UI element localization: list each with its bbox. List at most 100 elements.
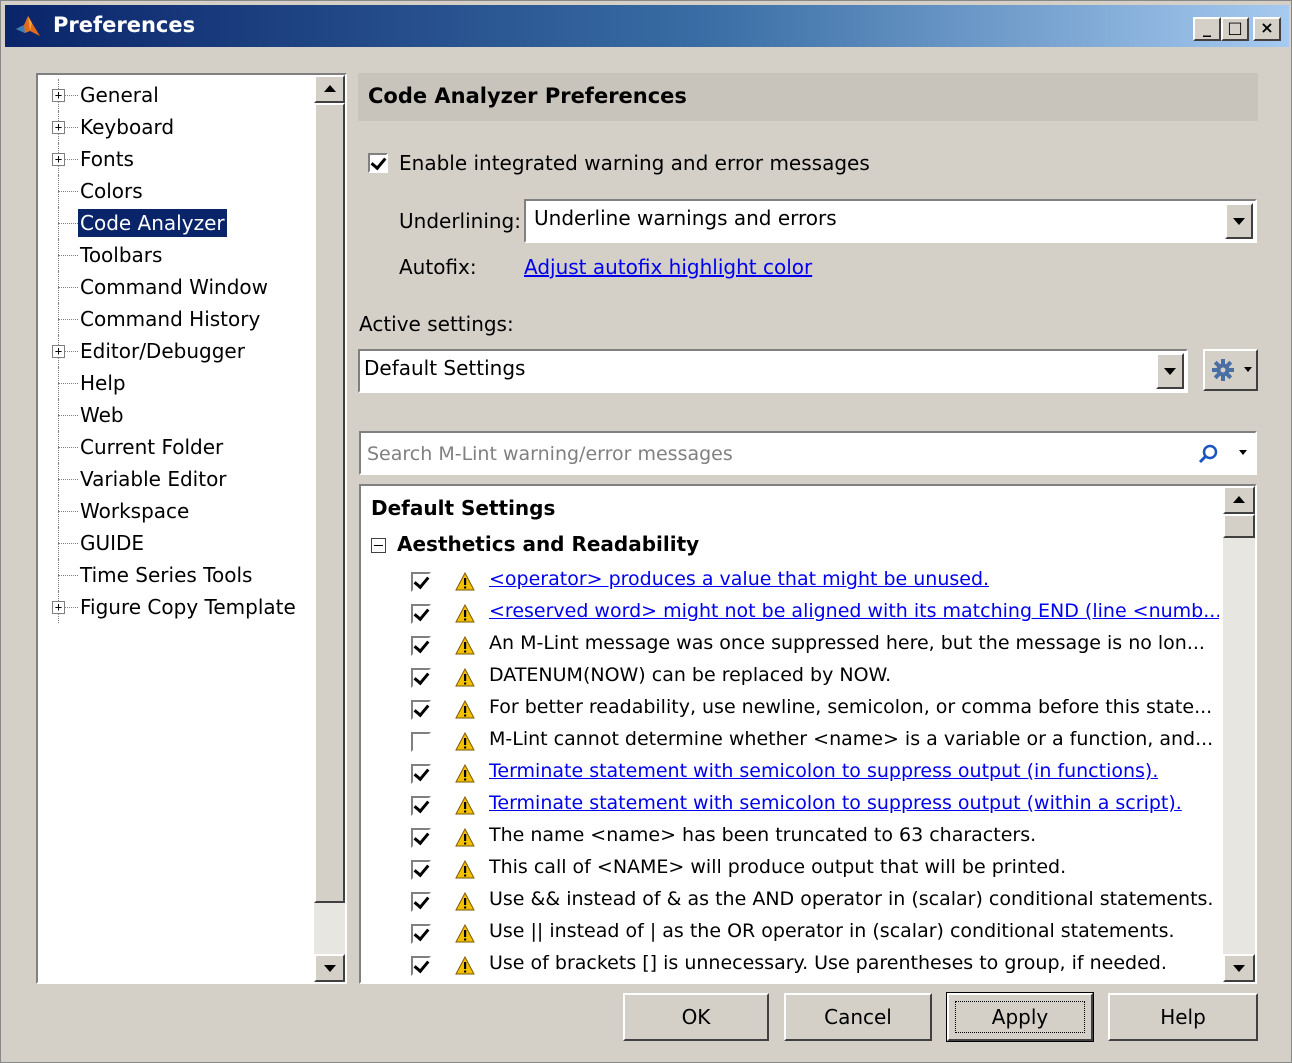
tree-connector (58, 399, 78, 431)
message-row[interactable]: <reserved word> might not be aligned wit… (361, 598, 1221, 630)
enable-messages-checkbox[interactable] (368, 153, 388, 173)
cancel-button[interactable]: Cancel (784, 993, 932, 1041)
expand-icon[interactable]: + (52, 89, 65, 102)
message-list[interactable]: Default Settings Aesthetics and Readabil… (359, 484, 1257, 984)
tree-item[interactable]: Variable Editor (48, 463, 316, 495)
tree-item-label: Figure Copy Template (80, 595, 296, 619)
message-row[interactable]: Use || instead of | as the OR operator i… (361, 918, 1221, 950)
tree-item[interactable]: + Editor/Debugger (48, 335, 316, 367)
warning-icon (455, 763, 475, 784)
close-button[interactable]: × (1253, 17, 1281, 41)
message-row[interactable]: M-Lint cannot determine whether <name> i… (361, 726, 1221, 758)
tree-scroll-thumb[interactable] (314, 103, 345, 903)
message-enable-checkbox[interactable] (411, 892, 431, 912)
tree-item[interactable]: Code Analyzer (48, 207, 316, 239)
autofix-link[interactable]: Adjust autofix highlight color (524, 255, 812, 279)
chevron-down-icon (1164, 368, 1176, 375)
message-enable-checkbox[interactable] (411, 860, 431, 880)
active-settings-select[interactable]: Default Settings (358, 349, 1188, 393)
message-list-scrollbar[interactable] (1223, 486, 1255, 982)
maximize-button[interactable]: □ (1221, 17, 1249, 41)
list-scroll-up-button[interactable] (1223, 486, 1255, 514)
expand-icon[interactable]: + (52, 121, 65, 134)
window-title: Preferences (53, 13, 196, 37)
title-bar[interactable]: Preferences _ □ × (5, 5, 1289, 47)
message-link[interactable]: <operator> produces a value that might b… (489, 568, 989, 590)
tree-item[interactable]: + Keyboard (48, 111, 316, 143)
message-row[interactable]: DATENUM(NOW) can be replaced by NOW. (361, 662, 1221, 694)
message-text: Use of brackets [] is unnecessary. Use p… (489, 952, 1167, 974)
apply-button[interactable]: Apply (946, 992, 1094, 1042)
message-search-input[interactable] (367, 441, 1187, 467)
message-enable-checkbox[interactable] (411, 956, 431, 976)
underlining-label: Underlining: (399, 209, 521, 233)
search-options-chevron-icon[interactable] (1239, 450, 1247, 455)
message-enable-checkbox[interactable] (411, 924, 431, 944)
tree-item[interactable]: Time Series Tools (48, 559, 316, 591)
tree-item[interactable]: Workspace (48, 495, 316, 527)
tree-item-label: GUIDE (80, 531, 145, 555)
tree-connector (58, 175, 78, 207)
message-row[interactable]: <operator> produces a value that might b… (361, 566, 1221, 598)
tree-item[interactable]: Toolbars (48, 239, 316, 271)
ok-button[interactable]: OK (623, 993, 769, 1041)
warning-icon (455, 603, 475, 624)
expand-icon[interactable]: + (52, 345, 65, 358)
tree-item[interactable]: Command Window (48, 271, 316, 303)
search-icon[interactable] (1197, 443, 1219, 465)
warning-icon (455, 827, 475, 848)
message-link[interactable]: Terminate statement with semicolon to su… (489, 792, 1182, 814)
message-enable-checkbox[interactable] (411, 828, 431, 848)
tree-item[interactable]: + General (48, 79, 316, 111)
tree-scroll-up-button[interactable] (314, 75, 345, 103)
message-enable-checkbox[interactable] (411, 572, 431, 592)
message-row[interactable]: Terminate statement with semicolon to su… (361, 758, 1221, 790)
message-enable-checkbox[interactable] (411, 796, 431, 816)
message-row[interactable]: An M-Lint message was once suppressed he… (361, 630, 1221, 662)
tree-scroll-down-button[interactable] (314, 954, 345, 982)
message-row[interactable]: The name <name> has been truncated to 63… (361, 822, 1221, 854)
warning-icon (455, 667, 475, 688)
gear-icon (1212, 359, 1234, 381)
message-enable-checkbox[interactable] (411, 636, 431, 656)
message-enable-checkbox[interactable] (411, 604, 431, 624)
underlining-select[interactable]: Underline warnings and errors (524, 199, 1257, 243)
message-enable-checkbox[interactable] (411, 668, 431, 688)
minimize-button[interactable]: _ (1193, 17, 1221, 41)
tree-item[interactable]: + Figure Copy Template (48, 591, 316, 623)
message-enable-checkbox[interactable] (411, 700, 431, 720)
tree-item[interactable]: Colors (48, 175, 316, 207)
settings-gear-button[interactable] (1203, 349, 1258, 391)
tree-item[interactable]: GUIDE (48, 527, 316, 559)
message-search-box[interactable] (359, 431, 1257, 475)
collapse-icon[interactable] (371, 538, 386, 553)
tree-item[interactable]: + Fonts (48, 143, 316, 175)
preferences-tree[interactable]: + General + Keyboard + Fonts Colors Code Analyz… (36, 73, 347, 984)
tree-item-label: Workspace (80, 499, 190, 523)
tree-item[interactable]: Command History (48, 303, 316, 335)
warning-icon (455, 891, 475, 912)
message-row[interactable]: Use && instead of & as the AND operator … (361, 886, 1221, 918)
tree-item[interactable]: Current Folder (48, 431, 316, 463)
arrow-up-icon (323, 85, 336, 92)
tree-item[interactable]: Web (48, 399, 316, 431)
list-scroll-down-button[interactable] (1223, 954, 1255, 982)
message-row[interactable]: Use of brackets [] is unnecessary. Use p… (361, 950, 1221, 982)
message-row[interactable]: This call of <NAME> will produce output … (361, 854, 1221, 886)
message-link[interactable]: Terminate statement with semicolon to su… (489, 760, 1158, 782)
message-row[interactable]: For better readability, use newline, sem… (361, 694, 1221, 726)
tree-scrollbar[interactable] (314, 75, 345, 982)
expand-icon[interactable]: + (52, 153, 65, 166)
underlining-dropdown-button[interactable] (1225, 203, 1253, 239)
message-enable-checkbox[interactable] (411, 764, 431, 784)
warning-icon (455, 635, 475, 656)
chevron-down-icon (1233, 218, 1245, 225)
active-settings-dropdown-button[interactable] (1156, 353, 1184, 389)
list-scroll-thumb[interactable] (1223, 514, 1255, 538)
help-button[interactable]: Help (1108, 993, 1258, 1041)
message-row[interactable]: Terminate statement with semicolon to su… (361, 790, 1221, 822)
message-link[interactable]: <reserved word> might not be aligned wit… (489, 600, 1219, 622)
message-enable-checkbox[interactable] (411, 732, 431, 752)
expand-icon[interactable]: + (52, 601, 65, 614)
tree-item[interactable]: Help (48, 367, 316, 399)
